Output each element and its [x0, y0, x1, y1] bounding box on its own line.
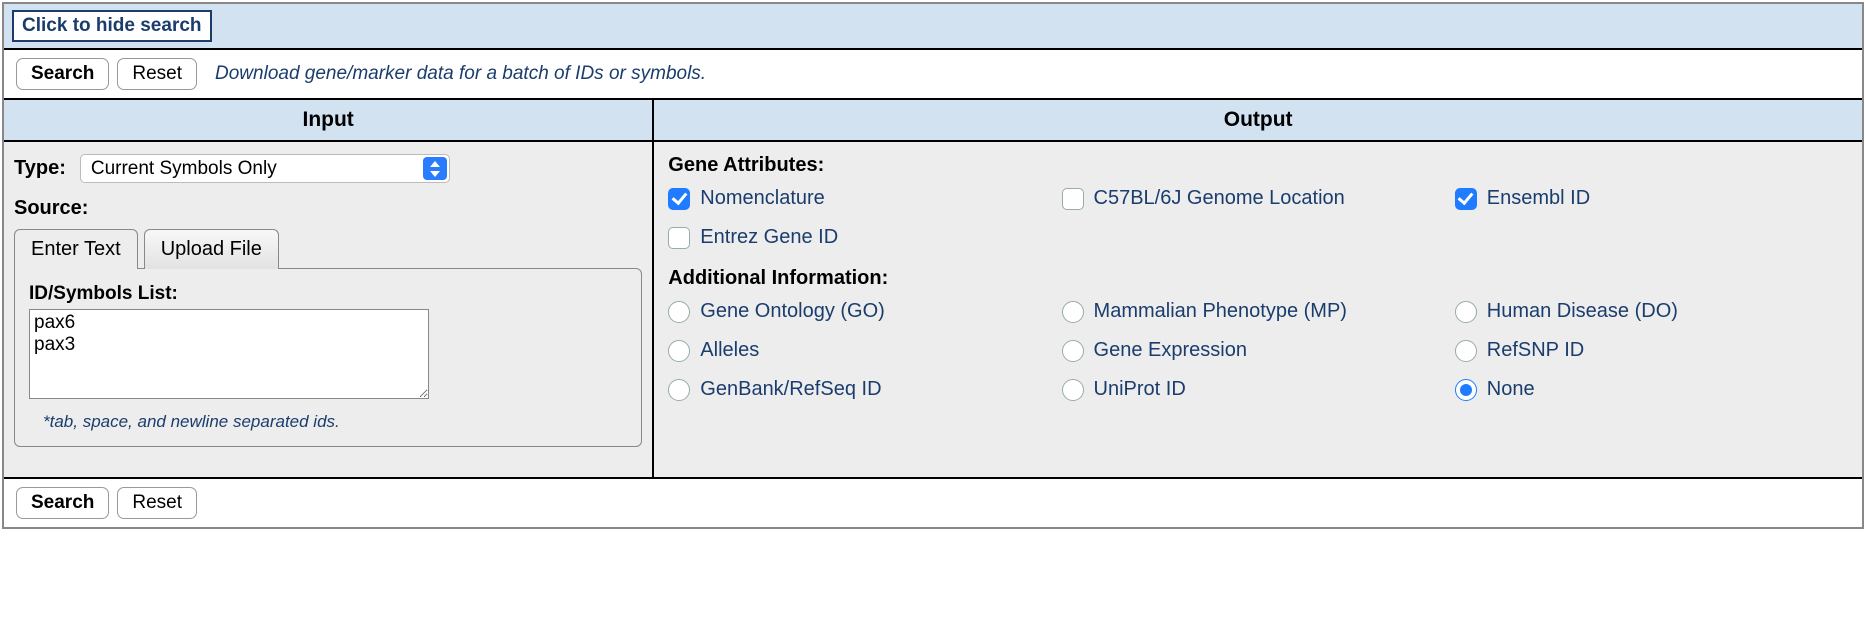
addl-refsnp[interactable]: RefSNP ID: [1455, 339, 1848, 362]
bottom-action-row: Search Reset: [4, 479, 1862, 527]
addl-uniprot[interactable]: UniProt ID: [1062, 378, 1455, 401]
gene-attr-genome-location[interactable]: C57BL/6J Genome Location: [1062, 187, 1455, 210]
addl-label: RefSNP ID: [1487, 339, 1584, 362]
type-select[interactable]: Current Symbols Only: [80, 154, 450, 183]
radio-uniprot[interactable]: [1062, 379, 1084, 401]
addl-label: Human Disease (DO): [1487, 300, 1678, 323]
columns: Input Type: Current Symbols Only Source:: [4, 100, 1862, 479]
output-column: Output Gene Attributes: Nomenclature C57B…: [654, 100, 1862, 477]
gene-attributes-grid: Nomenclature C57BL/6J Genome Location Ense…: [668, 187, 1848, 249]
radio-expression[interactable]: [1062, 340, 1084, 362]
ids-textarea[interactable]: [29, 309, 429, 399]
tab-panel-enter-text: ID/Symbols List: *tab, space, and newlin…: [14, 268, 642, 447]
radio-mp[interactable]: [1062, 301, 1084, 323]
type-label: Type:: [14, 157, 66, 180]
gene-attr-label: Nomenclature: [700, 187, 825, 210]
type-row: Type: Current Symbols Only: [14, 154, 642, 183]
addl-expression[interactable]: Gene Expression: [1062, 339, 1455, 362]
checkbox-genome-location[interactable]: [1062, 188, 1084, 210]
addl-go[interactable]: Gene Ontology (GO): [668, 300, 1061, 323]
addl-mp[interactable]: Mammalian Phenotype (MP): [1062, 300, 1455, 323]
hide-search-bar: Click to hide search: [4, 4, 1862, 50]
source-tabs: Enter Text Upload File: [14, 228, 642, 268]
tab-enter-text[interactable]: Enter Text: [14, 229, 138, 269]
reset-button-top[interactable]: Reset: [117, 58, 197, 90]
additional-info-grid: Gene Ontology (GO) Mammalian Phenotype (M…: [668, 300, 1848, 401]
input-body: Type: Current Symbols Only Source: Enter…: [4, 142, 652, 477]
addl-label: UniProt ID: [1094, 378, 1186, 401]
addl-none[interactable]: None: [1455, 378, 1848, 401]
output-body: Gene Attributes: Nomenclature C57BL/6J Ge…: [654, 142, 1862, 477]
addl-label: Alleles: [700, 339, 759, 362]
gene-attr-ensembl-id[interactable]: Ensembl ID: [1455, 187, 1848, 210]
search-button-bottom[interactable]: Search: [16, 487, 109, 519]
output-header: Output: [654, 100, 1862, 142]
radio-none[interactable]: [1455, 379, 1477, 401]
addl-label: Gene Ontology (GO): [700, 300, 885, 323]
checkbox-nomenclature[interactable]: [668, 188, 690, 210]
addl-label: Gene Expression: [1094, 339, 1247, 362]
radio-alleles[interactable]: [668, 340, 690, 362]
tab-upload-file[interactable]: Upload File: [144, 229, 279, 269]
addl-label: Mammalian Phenotype (MP): [1094, 300, 1347, 323]
ids-label: ID/Symbols List:: [29, 283, 627, 305]
radio-refsnp[interactable]: [1455, 340, 1477, 362]
addl-genbank[interactable]: GenBank/RefSeq ID: [668, 378, 1061, 401]
gene-attr-label: Ensembl ID: [1487, 187, 1590, 210]
addl-do[interactable]: Human Disease (DO): [1455, 300, 1848, 323]
gene-attr-nomenclature[interactable]: Nomenclature: [668, 187, 1061, 210]
gene-attr-label: C57BL/6J Genome Location: [1094, 187, 1345, 210]
reset-button-bottom[interactable]: Reset: [117, 487, 197, 519]
form-description: Download gene/marker data for a batch of…: [215, 63, 706, 85]
type-select-wrap: Current Symbols Only: [80, 154, 450, 183]
gene-attributes-header: Gene Attributes:: [668, 154, 1852, 177]
hide-search-button[interactable]: Click to hide search: [12, 10, 212, 42]
additional-info-header: Additional Information:: [668, 267, 1852, 290]
input-column: Input Type: Current Symbols Only Source:: [4, 100, 654, 477]
gene-attr-entrez-gene-id[interactable]: Entrez Gene ID: [668, 226, 1061, 249]
search-form: Click to hide search Search Reset Downlo…: [2, 2, 1864, 529]
checkbox-entrez-gene-id[interactable]: [668, 227, 690, 249]
radio-do[interactable]: [1455, 301, 1477, 323]
source-label: Source:: [14, 197, 642, 220]
gene-attr-label: Entrez Gene ID: [700, 226, 838, 249]
top-action-row: Search Reset Download gene/marker data f…: [4, 50, 1862, 100]
radio-genbank[interactable]: [668, 379, 690, 401]
search-button-top[interactable]: Search: [16, 58, 109, 90]
input-header: Input: [4, 100, 652, 142]
addl-label: GenBank/RefSeq ID: [700, 378, 881, 401]
checkbox-ensembl-id[interactable]: [1455, 188, 1477, 210]
ids-hint: *tab, space, and newline separated ids.: [43, 412, 627, 432]
addl-label: None: [1487, 378, 1535, 401]
addl-alleles[interactable]: Alleles: [668, 339, 1061, 362]
radio-go[interactable]: [668, 301, 690, 323]
